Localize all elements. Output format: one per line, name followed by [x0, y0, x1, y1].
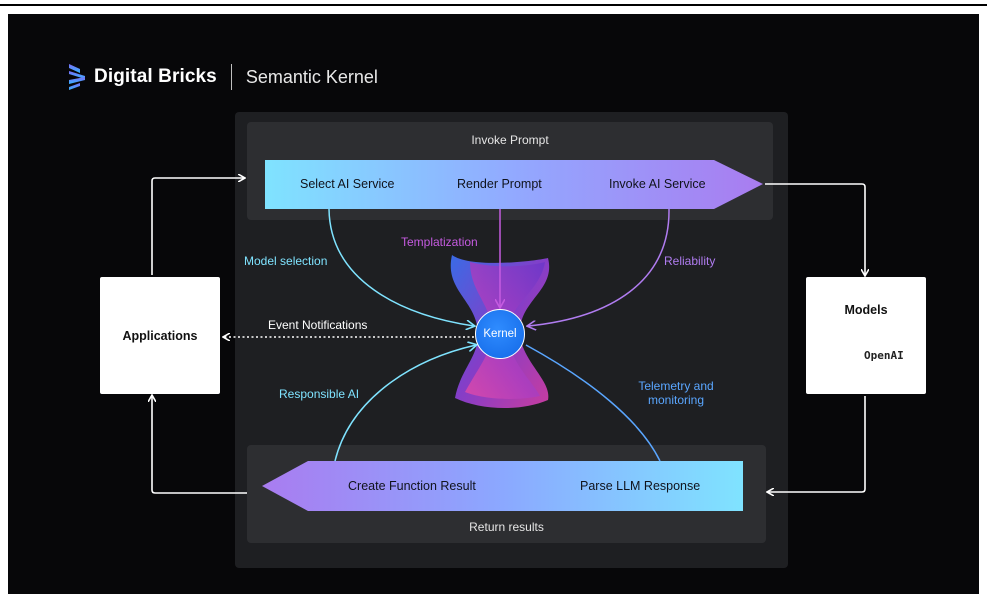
results-to-applications-arrow	[152, 396, 247, 494]
applications-to-invoke-arrow	[151, 178, 244, 275]
label-templatization: Templatization	[401, 235, 478, 249]
label-responsible-ai: Responsible AI	[279, 387, 360, 401]
step-create-function-result: Create Function Result	[348, 479, 476, 493]
openai-label: OpenAI	[864, 349, 904, 362]
screenshot-frame: Digital Bricks Semantic Kernel Invoke Pr…	[0, 0, 987, 601]
label-telemetry-line1: Telemetry and	[638, 379, 714, 393]
step-render-prompt: Render Prompt	[457, 177, 542, 191]
applications-label: Applications	[122, 328, 198, 343]
models-to-results-arrow	[768, 396, 866, 492]
label-telemetry-line2: monitoring	[647, 393, 705, 407]
label-telemetry: Telemetry and monitoring	[626, 379, 726, 407]
label-model-selection: Model selection	[244, 254, 328, 268]
label-reliability: Reliability	[664, 254, 716, 268]
label-event-notifications: Event Notifications	[268, 318, 368, 332]
models-box: Models OpenAI	[806, 277, 926, 394]
kernel-node: Kernel	[475, 309, 525, 359]
invoke-to-models-arrow	[765, 183, 865, 275]
models-title: Models	[844, 303, 888, 317]
step-select-ai-service: Select AI Service	[300, 177, 395, 191]
step-parse-llm-response: Parse LLM Response	[580, 479, 701, 493]
responsible-ai-arrow	[334, 345, 476, 462]
applications-box: Applications	[100, 277, 220, 394]
kernel-label: Kernel	[483, 328, 517, 340]
step-invoke-ai-service: Invoke AI Service	[609, 177, 706, 191]
